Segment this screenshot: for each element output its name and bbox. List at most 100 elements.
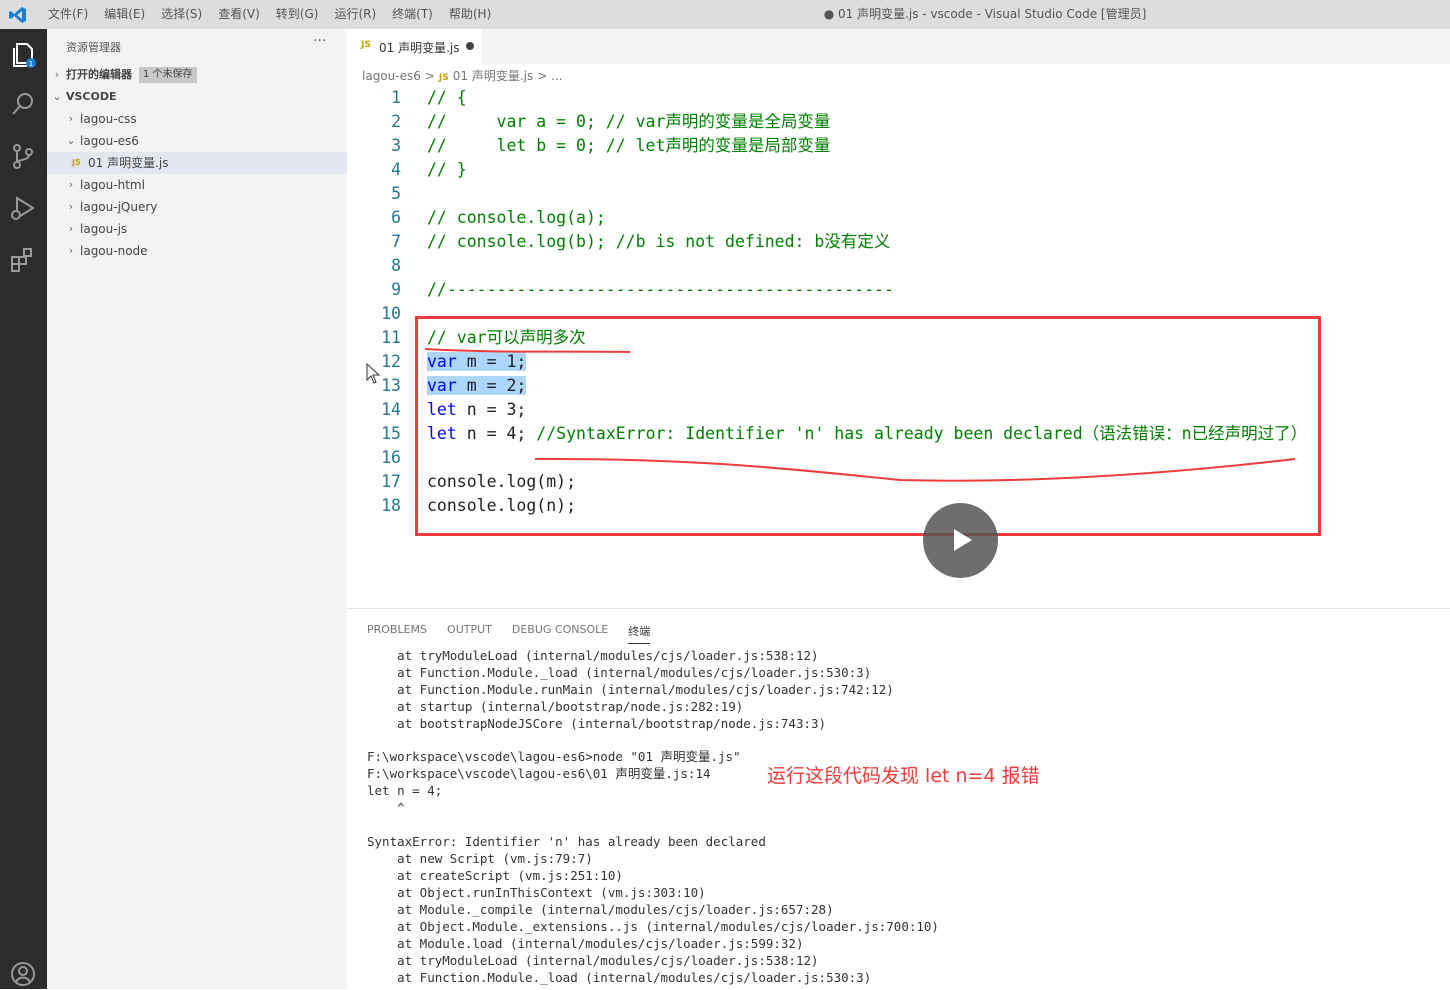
breadcrumb: lagou-es6 > JS 01 声明变量.js > ... bbox=[362, 67, 567, 84]
open-editors-label: 打开的编辑器 bbox=[66, 68, 132, 81]
chevron-right-icon: › bbox=[68, 244, 74, 257]
code-line[interactable]: 4 // } bbox=[347, 158, 1447, 182]
bottom-panel: PROBLEMS OUTPUT DEBUG CONSOLE 终端 at tryModu… bbox=[347, 608, 1450, 990]
search-icon[interactable] bbox=[8, 89, 38, 119]
terminal-line: ^ bbox=[367, 800, 405, 815]
line-number: 17 bbox=[381, 472, 401, 491]
terminal-line: F:\workspace\vscode\lagou-es6\01 声明变量.js… bbox=[367, 766, 711, 781]
code-line[interactable]: 2 // var a = 0; // var声明的变量是全局变量 bbox=[347, 110, 1447, 134]
terminal-line: F:\workspace\vscode\lagou-es6>node "01 声… bbox=[367, 749, 741, 764]
folder-label: lagou-node bbox=[80, 244, 148, 258]
title-bar: 文件(F) 编辑(E) 选择(S) 查看(V) 转到(G) 运行(R) 终端(T) 帮助(H)… bbox=[0, 0, 1450, 29]
chevron-down-icon: ⌄ bbox=[52, 90, 62, 103]
terminal-line: at bootstrapNodeJSCore (internal/bootstr… bbox=[367, 716, 827, 731]
chevron-down-icon: ⌄ bbox=[66, 134, 76, 147]
line-number: 5 bbox=[391, 184, 401, 203]
chevron-right-icon: › bbox=[68, 112, 74, 125]
workspace-root[interactable]: ⌄ VSCODE bbox=[47, 86, 347, 108]
extensions-icon[interactable] bbox=[8, 245, 38, 275]
line-number: 1 bbox=[391, 88, 401, 107]
terminal-line: at Function.Module._load (internal/modul… bbox=[367, 970, 872, 985]
terminal-line: at tryModuleLoad (internal/modules/cjs/l… bbox=[367, 648, 819, 663]
file-label: 01 声明变量.js bbox=[88, 156, 169, 170]
code-line[interactable]: 6 // console.log(a); bbox=[347, 206, 1447, 230]
code-line[interactable]: 9 //-------------------------------------… bbox=[347, 278, 1447, 302]
sidebar-title: 资源管理器 bbox=[66, 41, 121, 54]
line-number: 2 bbox=[391, 112, 401, 131]
folder-label: lagou-es6 bbox=[80, 134, 139, 148]
chevron-right-icon: › bbox=[68, 222, 74, 235]
folder-label: lagou-jQuery bbox=[80, 200, 158, 214]
code-token: // var a = 0; // var声明的变量是全局变量 bbox=[427, 112, 831, 131]
unsaved-dot-icon[interactable] bbox=[466, 42, 474, 50]
line-source: // } bbox=[427, 158, 467, 182]
code-token: // let b = 0; // let声明的变量是局部变量 bbox=[427, 136, 831, 155]
open-editors-section[interactable]: › 打开的编辑器 1 个未保存 bbox=[47, 64, 347, 86]
run-debug-icon[interactable] bbox=[8, 193, 38, 223]
terminal-line: at startup (internal/bootstrap/node.js:2… bbox=[367, 699, 744, 714]
folder-label: lagou-html bbox=[80, 178, 145, 192]
breadcrumb-item[interactable]: lagou-es6 bbox=[362, 69, 421, 83]
folder-item[interactable]: › lagou-css bbox=[47, 108, 347, 130]
line-source: // var a = 0; // var声明的变量是全局变量 bbox=[427, 110, 830, 134]
highlight-box bbox=[415, 316, 1321, 536]
account-icon[interactable] bbox=[8, 959, 38, 989]
terminal-line: at tryModuleLoad (internal/modules/cjs/l… bbox=[367, 953, 819, 968]
terminal-line: at Object.Module._extensions..js (intern… bbox=[367, 919, 939, 934]
folder-item[interactable]: › lagou-js bbox=[47, 218, 347, 240]
panel-tab[interactable]: PROBLEMS bbox=[367, 623, 427, 644]
more-actions-icon[interactable]: ··· bbox=[313, 33, 326, 49]
line-source: // { bbox=[427, 86, 467, 110]
code-line[interactable]: 1 // { bbox=[347, 86, 1447, 110]
panel-tab[interactable]: 终端 bbox=[628, 623, 651, 644]
js-file-icon: JS bbox=[72, 158, 81, 167]
folder-item[interactable]: ⌄ lagou-es6 bbox=[47, 130, 347, 152]
explorer-icon[interactable]: 1 bbox=[8, 39, 38, 69]
terminal-line: at Module.load (internal/modules/cjs/loa… bbox=[367, 936, 804, 951]
folder-label: lagou-js bbox=[80, 222, 128, 236]
code-line[interactable]: 5 bbox=[347, 182, 1447, 206]
terminal-line: at new Script (vm.js:79:7) bbox=[367, 851, 593, 866]
code-line[interactable]: 8 bbox=[347, 254, 1447, 278]
code-token: // } bbox=[427, 160, 467, 179]
chevron-right-icon: › bbox=[68, 200, 74, 213]
panel-tab[interactable]: DEBUG CONSOLE bbox=[512, 623, 608, 644]
breadcrumb-item: > bbox=[424, 69, 435, 83]
line-number: 3 bbox=[391, 136, 401, 155]
line-source: // console.log(b); //b is not defined: b… bbox=[427, 230, 890, 254]
line-source: // let b = 0; // let声明的变量是局部变量 bbox=[427, 134, 830, 158]
js-file-icon[interactable]: JS bbox=[439, 73, 449, 83]
line-source: //--------------------------------------… bbox=[427, 278, 894, 302]
line-number: 15 bbox=[381, 424, 401, 443]
code-line[interactable]: 7 // console.log(b); //b is not defined: … bbox=[347, 230, 1447, 254]
folder-item[interactable]: › lagou-jQuery bbox=[47, 196, 347, 218]
chevron-right-icon: › bbox=[68, 178, 74, 191]
folder-item[interactable]: › lagou-node bbox=[47, 240, 347, 262]
chevron-right-icon: › bbox=[54, 68, 60, 81]
terminal-line: SyntaxError: Identifier 'n' has already … bbox=[367, 834, 766, 849]
explorer-sidebar: 资源管理器 ··· › 打开的编辑器 1 个未保存 ⌄ VSCODE › lago… bbox=[47, 29, 347, 989]
window-title: ● 01 声明变量.js - vscode - Visual Studio Co… bbox=[823, 7, 1147, 21]
line-number: 7 bbox=[391, 232, 401, 251]
terminal-line: at createScript (vm.js:251:10) bbox=[367, 868, 623, 883]
js-file-icon: JS bbox=[361, 40, 371, 50]
line-number: 9 bbox=[391, 280, 401, 299]
code-line[interactable]: 3 // let b = 0; // let声明的变量是局部变量 bbox=[347, 134, 1447, 158]
panel-tab[interactable]: OUTPUT bbox=[447, 623, 492, 644]
activity-bar: 1 bbox=[0, 29, 47, 989]
line-number: 18 bbox=[381, 496, 401, 515]
breadcrumb-item[interactable]: > ... bbox=[537, 69, 562, 83]
source-control-icon[interactable] bbox=[8, 141, 38, 171]
breadcrumb-item[interactable]: 01 声明变量.js bbox=[453, 69, 534, 83]
tab-label: 01 声明变量.js bbox=[379, 41, 460, 55]
panel-tabs: PROBLEMS OUTPUT DEBUG CONSOLE 终端 bbox=[367, 623, 670, 644]
line-number: 14 bbox=[381, 400, 401, 419]
mouse-cursor-icon bbox=[366, 363, 381, 384]
tab-01-declare-vars[interactable]: JS 01 声明变量.js bbox=[347, 29, 482, 64]
folder-item[interactable]: › lagou-html bbox=[47, 174, 347, 196]
file-item[interactable]: JS 01 声明变量.js bbox=[47, 152, 347, 174]
line-number: 11 bbox=[381, 328, 401, 347]
line-number: 10 bbox=[381, 304, 401, 323]
play-button[interactable] bbox=[923, 503, 998, 578]
red-annotation-text: 运行这段代码发现 let n=4 报错 bbox=[767, 765, 1040, 787]
